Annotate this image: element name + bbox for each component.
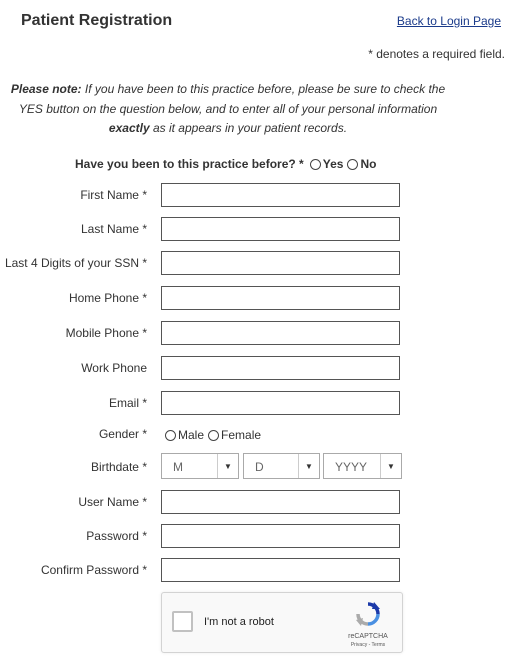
password-label: Password * — [86, 529, 147, 543]
please-note-text: Please note: If you have been to this pr… — [0, 80, 456, 139]
recaptcha-logo: reCAPTCHA Privacy - Terms — [340, 601, 396, 648]
birth-year-select[interactable]: YYYY ▼ — [323, 453, 402, 479]
female-radio[interactable] — [208, 429, 220, 441]
yes-radio[interactable] — [309, 158, 321, 170]
email-input[interactable] — [161, 391, 400, 415]
recaptcha-label: I'm not a robot — [204, 616, 274, 628]
yes-option[interactable]: Yes — [309, 157, 344, 171]
page-title: Patient Registration — [21, 12, 173, 29]
gender-options: Male Female — [165, 428, 265, 442]
note-emphasis: exactly — [108, 121, 150, 135]
email-label: Email * — [108, 396, 147, 410]
chevron-down-icon: ▼ — [298, 454, 319, 478]
birth-month-select[interactable]: M ▼ — [161, 453, 239, 479]
female-label: Female — [221, 428, 262, 442]
chevron-down-icon: ▼ — [217, 454, 238, 478]
mobile-phone-label: Mobile Phone * — [65, 326, 147, 340]
note-text-after: as it appears in your patient records. — [149, 121, 348, 135]
previous-visit-question: Have you been to this practice before? *… — [75, 157, 376, 171]
recaptcha-widget: I'm not a robot reCAPTCHA Privacy - Term… — [161, 592, 403, 653]
ssn-label: Last 4 Digits of your SSN * — [4, 256, 147, 270]
birth-month-value: M — [173, 460, 183, 474]
gender-label: Gender * — [98, 427, 147, 441]
last-name-input[interactable] — [161, 217, 400, 241]
no-label: No — [360, 157, 377, 171]
birthdate-label: Birthdate * — [90, 460, 147, 474]
birth-day-select[interactable]: D ▼ — [243, 453, 320, 479]
home-phone-label: Home Phone * — [68, 291, 147, 305]
male-option[interactable]: Male — [165, 428, 204, 442]
home-phone-input[interactable] — [161, 286, 400, 310]
first-name-label: First Name * — [80, 188, 147, 202]
confirm-password-label: Confirm Password * — [40, 563, 147, 577]
no-radio[interactable] — [347, 158, 359, 170]
last-name-label: Last Name * — [80, 222, 147, 236]
recaptcha-terms[interactable]: Privacy - Terms — [340, 642, 396, 648]
username-input[interactable] — [161, 490, 400, 514]
recaptcha-brand: reCAPTCHA — [348, 633, 388, 640]
note-lead: Please note: — [10, 82, 82, 96]
male-label: Male — [178, 428, 205, 442]
birth-year-value: YYYY — [335, 460, 368, 474]
note-text-before: If you have been to this practice before… — [18, 82, 446, 116]
required-field-note: * denotes a required field. — [368, 47, 505, 61]
male-radio[interactable] — [165, 429, 176, 441]
recaptcha-checkbox[interactable] — [172, 611, 193, 632]
question-label: Have you been to this practice before? * — [75, 157, 304, 171]
no-option[interactable]: No — [347, 157, 376, 171]
ssn-input[interactable] — [161, 251, 400, 275]
birth-day-value: D — [255, 460, 264, 474]
female-option[interactable]: Female — [208, 428, 261, 442]
confirm-password-input[interactable] — [161, 558, 400, 582]
username-label: User Name * — [78, 495, 147, 509]
password-input[interactable] — [161, 524, 400, 548]
recaptcha-icon — [356, 602, 380, 626]
work-phone-label: Work Phone — [81, 361, 147, 375]
mobile-phone-input[interactable] — [161, 321, 400, 345]
yes-label: Yes — [322, 157, 344, 171]
first-name-input[interactable] — [161, 183, 400, 207]
chevron-down-icon: ▼ — [380, 454, 401, 478]
back-to-login-link[interactable]: Back to Login Page — [397, 14, 501, 28]
work-phone-input[interactable] — [161, 356, 400, 380]
